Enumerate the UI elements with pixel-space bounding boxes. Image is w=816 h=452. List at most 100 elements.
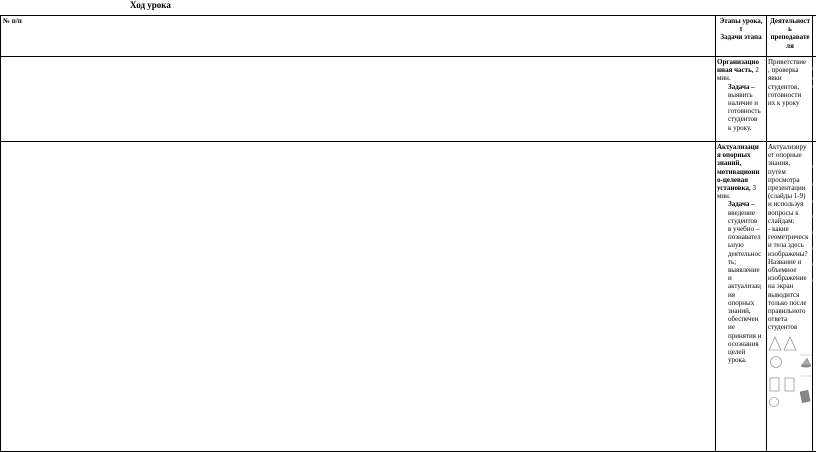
task-text-line: студентов	[728, 115, 758, 124]
lesson-table: № п/п Этапы урока, t Задачи этапа Деятел…	[0, 15, 816, 452]
row1-teacher-cell: Приветствие , проверка явки студентов, г…	[768, 58, 813, 107]
stage-title-line: мотивационн	[717, 167, 760, 176]
cylinder-icon	[799, 390, 811, 403]
task-text-line: обеспечен	[728, 315, 759, 324]
teacher-text-line: ответа	[768, 315, 788, 324]
header-stages-line: Этапы урока,	[719, 17, 763, 25]
clipped-text-mark	[812, 183, 813, 186]
teacher-text-line: готовности	[768, 90, 802, 99]
teacher-text-line: и используя	[768, 200, 804, 209]
teacher-text-line: изображение	[768, 274, 807, 283]
header-stages: Этапы урока, t Задачи этапа	[716, 17, 766, 42]
clipped-text-mark	[812, 85, 813, 88]
teacher-text-line: , проверка	[768, 66, 799, 75]
task-text-line: осознания	[728, 339, 759, 348]
stage-title-line: Актуализаци	[717, 143, 759, 151]
clipped-text-mark	[812, 231, 813, 234]
header-teacher-line: преподавате	[770, 33, 810, 42]
teacher-text-line: путем	[768, 167, 786, 176]
stage-title-line: я опорных	[717, 151, 751, 160]
task-text-line: студентов	[728, 216, 758, 225]
rectangle-outline-icon	[769, 377, 795, 392]
teacher-text-line: презентации	[768, 184, 806, 193]
teacher-text-line: студентов	[768, 323, 798, 332]
task-text-line: выявление	[728, 266, 760, 275]
clipped-text-mark	[812, 215, 813, 218]
teacher-text-line: ет опорные	[768, 151, 802, 160]
teacher-text-line: (слайды 1-9)	[768, 192, 806, 201]
clipped-text-mark	[812, 77, 813, 80]
header-teacher-line: ля	[786, 41, 794, 50]
teacher-text-line: геометрическ	[768, 233, 809, 242]
teacher-text-line: Актуализиру	[768, 143, 807, 151]
teacher-text-line: явки	[768, 74, 782, 83]
teacher-text-line: выводится	[768, 290, 800, 299]
stage-title-line: нная часть,	[717, 66, 754, 75]
teacher-text-line: изображены?	[768, 249, 808, 258]
teacher-text-line: знания,	[768, 159, 791, 168]
geometric-shapes-figure	[768, 335, 814, 407]
row2-teacher-cell: Актуализиру ет опорные знания, путем про…	[768, 143, 813, 332]
task-label: Задача –	[728, 200, 755, 209]
clipped-text-mark	[812, 67, 813, 70]
stage-title-line: о-целевая	[717, 175, 749, 184]
teacher-text-line: на экран	[768, 282, 794, 291]
teacher-text-line: правильного	[768, 307, 806, 316]
task-text-line: к уроку.	[728, 123, 752, 132]
task-label: Задача –	[728, 82, 755, 91]
header-stages-line: t	[739, 25, 743, 34]
task-text-line: ьную	[728, 241, 744, 250]
teacher-text-line: - какие	[768, 225, 789, 234]
table-row-divider	[0, 56, 816, 57]
table-border-top	[0, 15, 816, 16]
lesson-title: Ход урока	[130, 0, 171, 10]
teacher-text-line: Приветствие	[768, 58, 807, 66]
task-text-line: в учебно –	[728, 225, 760, 234]
teacher-text-line: и тела здесь	[768, 241, 804, 250]
teacher-text-line: просмотра	[768, 175, 800, 184]
row2-stage-cell: Актуализаци я опорных знаний, мотивацион…	[717, 143, 766, 364]
clipped-text-mark	[812, 279, 813, 282]
clipped-text-mark	[812, 200, 813, 203]
clipped-text-mark	[812, 247, 813, 250]
stage-title-line: Организацио	[717, 58, 759, 66]
header-number: № п/п	[3, 17, 22, 25]
task-text-line: и	[728, 274, 732, 283]
table-col-divider	[766, 15, 767, 452]
header-teacher-line: Деятельност	[769, 17, 811, 25]
task-text-line: актуализац	[728, 282, 761, 291]
task-text-line: ие	[728, 323, 735, 332]
task-text-line: введение	[728, 208, 755, 217]
circle-outline-icon	[769, 397, 779, 407]
teacher-text-line: только после	[768, 298, 807, 307]
teacher-text-line: их к уроку	[768, 99, 800, 108]
header-teacher: Деятельност ь преподавате ля	[767, 17, 813, 50]
row1-stage-cell: Организацио нная часть, 2 мин. Задача – …	[717, 58, 766, 132]
teacher-text-line: объемное	[768, 266, 797, 275]
task-text-line: познавател	[728, 233, 761, 242]
circle-outline-icon	[770, 356, 782, 368]
teacher-text-line: Название и	[768, 257, 802, 266]
clipped-text-mark	[812, 263, 813, 266]
table-col-divider	[715, 15, 716, 452]
clipped-text-mark	[812, 165, 813, 168]
header-teacher-line: ь	[788, 25, 792, 34]
stage-title-line: знаний,	[717, 159, 742, 168]
triangle-outline-icon	[768, 336, 797, 351]
teacher-text-line: студентов,	[768, 82, 800, 91]
task-text-line: ия	[728, 290, 735, 299]
task-text-line: деятельнос	[728, 249, 762, 258]
table-border-left	[0, 15, 1, 452]
cone-icon	[800, 357, 812, 368]
teacher-text-line: вопросы к	[768, 208, 799, 217]
stage-title-line: установка,	[717, 184, 751, 193]
task-text-line: принятия и	[728, 331, 762, 340]
table-row-divider	[0, 141, 816, 142]
task-text-line: целей	[728, 348, 746, 357]
task-text-line: урока.	[728, 356, 747, 365]
task-text-line: готовность	[728, 107, 761, 116]
task-text-line: ть;	[728, 257, 737, 266]
task-text-line: опорных	[728, 298, 755, 307]
header-stages-line: Задачи этапа	[720, 33, 762, 42]
task-text-line: выявить	[728, 90, 753, 99]
